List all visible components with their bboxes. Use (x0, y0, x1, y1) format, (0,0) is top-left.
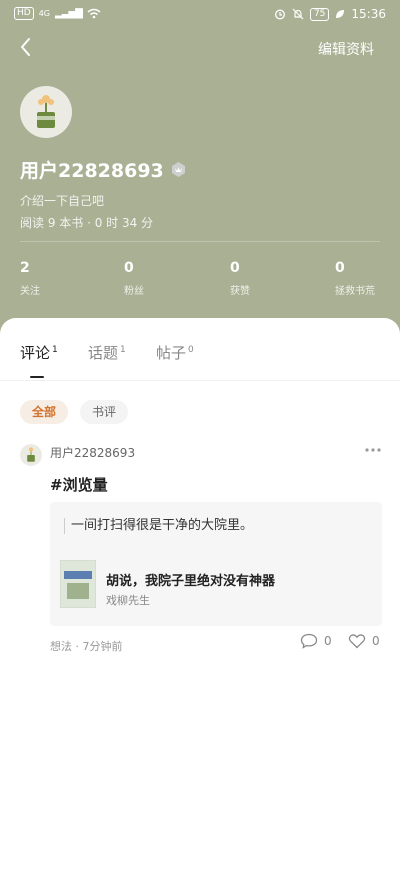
mute-icon (292, 8, 304, 20)
filter-all[interactable]: 全部 (20, 400, 69, 424)
like-count: 0 (372, 634, 380, 648)
hd-indicator: HD (14, 7, 34, 20)
post-title[interactable]: #浏览量 (50, 474, 108, 495)
quote-text: 一间打扫得很是干净的大院里。 (64, 518, 253, 534)
post-time: 7分钟前 (82, 640, 123, 653)
comment-button[interactable]: 0 (300, 633, 332, 649)
book-cover (60, 560, 96, 608)
content-panel: 评论 1 话题 1 帖子 0 全部 书评 用户22828693 #浏览量 一间打扫得很… (0, 318, 400, 888)
bio[interactable]: 介绍一下自己吧 (20, 192, 104, 209)
potted-plant-icon (27, 447, 35, 462)
tab-divider (0, 380, 400, 381)
username: 用户22828693 (20, 160, 164, 182)
leaf-icon (336, 10, 345, 18)
profile-header: HD 4G ▂▃▅▇ 75 15:36 编辑资料 用户22828693 介绍一下… (0, 0, 400, 340)
post-meta: 想法 · 7分钟前 (50, 640, 123, 653)
tab-label: 帖子 (156, 344, 187, 362)
level-badge-icon[interactable] (170, 161, 187, 178)
tab-topics[interactable]: 话题 1 (88, 342, 126, 363)
avatar[interactable] (20, 86, 72, 138)
tab-comments[interactable]: 评论 1 (20, 342, 58, 363)
stat-label: 粉丝 (124, 286, 144, 297)
stat-following[interactable]: 2 关注 (20, 260, 40, 297)
stat-likes[interactable]: 0 获赞 (230, 260, 250, 297)
filter-book-review[interactable]: 书评 (80, 400, 129, 424)
comment-count: 0 (324, 634, 332, 648)
stat-value: 0 (335, 260, 345, 276)
reading-stats: 阅读 9 本书 · 0 时 34 分 (20, 216, 154, 230)
stat-value: 0 (124, 260, 134, 276)
post-category: 想法 (50, 640, 72, 653)
more-icon[interactable] (364, 443, 382, 457)
stat-label: 拯救书荒 (335, 286, 375, 297)
tab-label: 评论 (20, 344, 51, 362)
stat-value: 0 (230, 260, 240, 276)
tab-count: 1 (52, 345, 58, 355)
tab-posts[interactable]: 帖子 0 (156, 342, 194, 363)
stat-book-rescue[interactable]: 0 拯救书荒 (335, 260, 375, 297)
book-author: 戏柳先生 (106, 594, 150, 607)
book-title: 胡说，我院子里绝对没有神器 (106, 574, 276, 589)
header-divider (20, 241, 380, 242)
wifi-icon (87, 8, 101, 19)
comment-icon (300, 633, 318, 649)
heart-icon (348, 634, 366, 649)
edit-profile-button[interactable]: 编辑资料 (318, 39, 374, 59)
active-tab-indicator (30, 376, 44, 378)
stat-followers[interactable]: 0 粉丝 (124, 260, 144, 297)
tab-count: 1 (120, 345, 126, 355)
battery-icon: 75 (309, 7, 330, 21)
username-row: 用户22828693 (20, 156, 187, 183)
like-button[interactable]: 0 (348, 633, 380, 649)
stat-value: 2 (20, 260, 30, 276)
stat-label: 关注 (20, 286, 40, 297)
signal-icon: ▂▃▅▇ (55, 8, 83, 19)
potted-plant-icon (37, 95, 55, 128)
avatar[interactable] (20, 444, 42, 466)
status-bar: HD 4G ▂▃▅▇ 75 15:36 (0, 0, 400, 28)
tab-label: 话题 (88, 344, 119, 362)
status-time: 15:36 (351, 7, 386, 21)
book-quote-card[interactable]: 一间打扫得很是干净的大院里。 胡说，我院子里绝对没有神器 戏柳先生 (50, 502, 382, 626)
tab-count: 0 (188, 345, 194, 355)
back-arrow-icon[interactable] (14, 35, 38, 59)
stat-label: 获赞 (230, 286, 250, 297)
alarm-icon (275, 9, 285, 20)
post-author[interactable]: 用户22828693 (50, 444, 135, 461)
network-type: 4G (38, 9, 50, 18)
